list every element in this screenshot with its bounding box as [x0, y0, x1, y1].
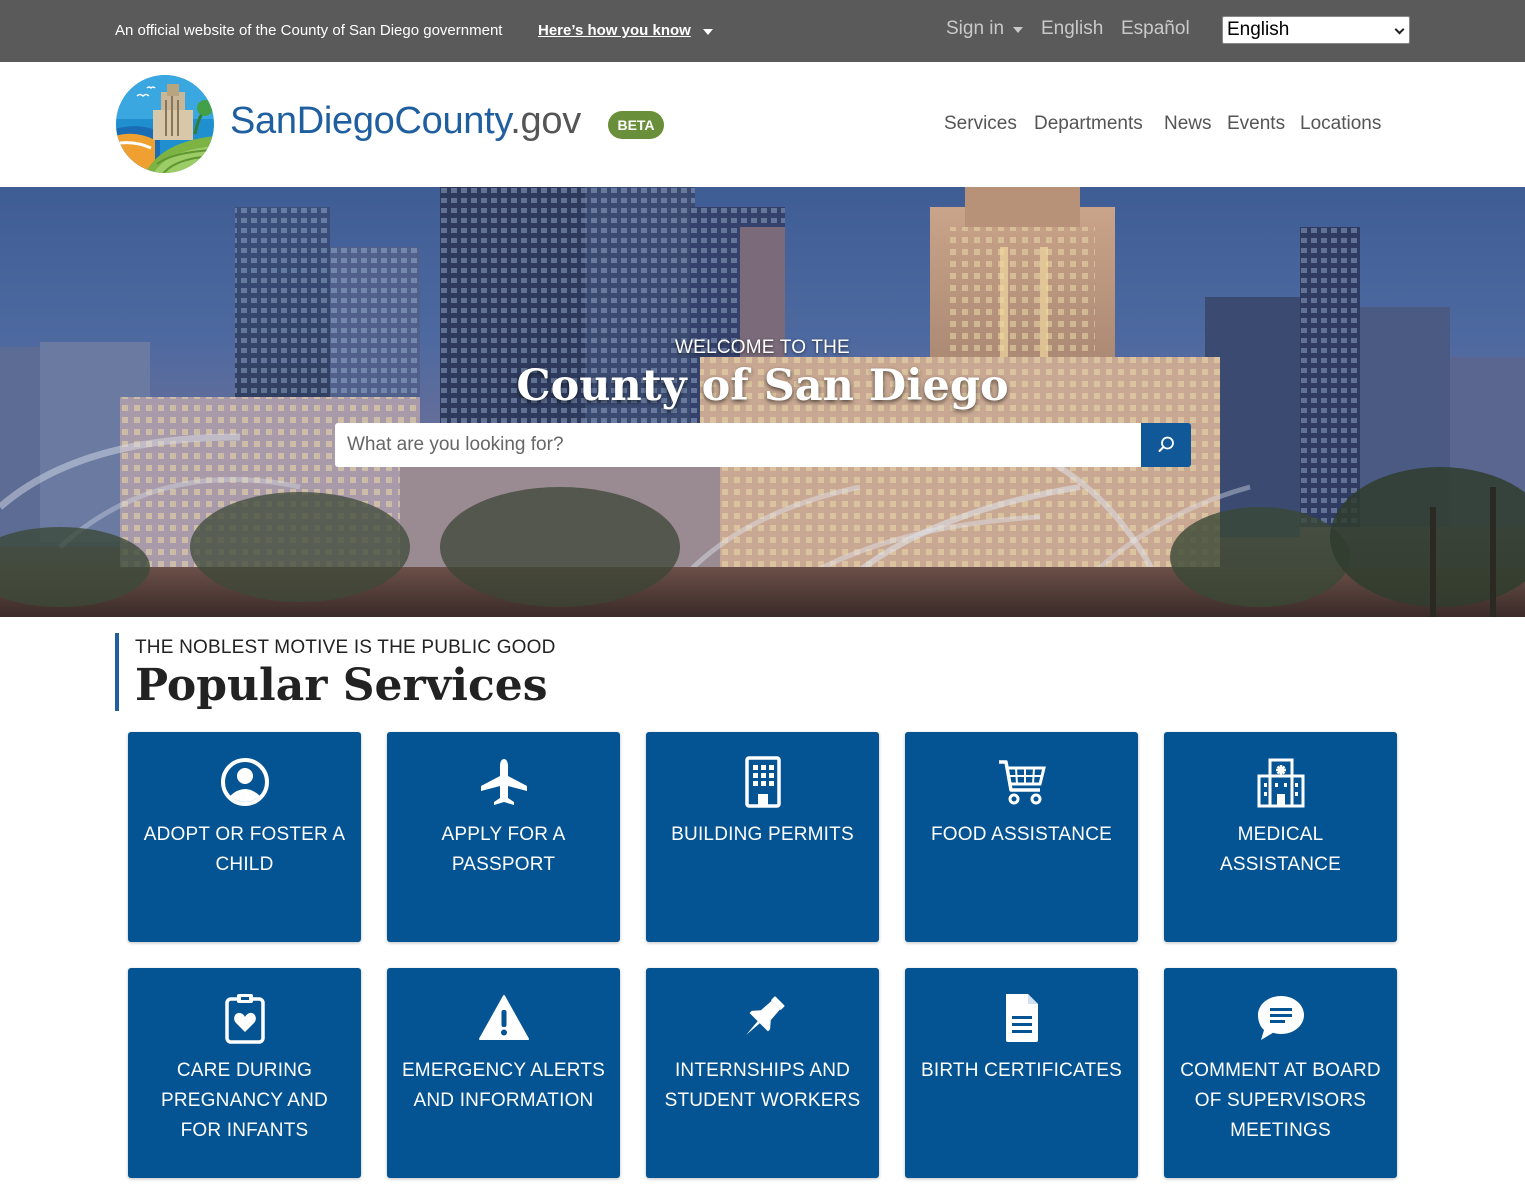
- service-tile-pregnancy-infants[interactable]: Care during pregnancy and for infants: [128, 968, 361, 1178]
- building-icon: [745, 756, 781, 808]
- nav-services[interactable]: Services: [944, 113, 1017, 135]
- nav-departments[interactable]: Departments: [1034, 113, 1143, 135]
- language-english-link[interactable]: English: [1041, 18, 1103, 40]
- service-tile-birth-certificates[interactable]: Birth certificates: [905, 968, 1138, 1178]
- hero-title: County of San Diego: [516, 361, 1009, 411]
- service-tile-emergency-alerts[interactable]: Emergency alerts and information: [387, 968, 620, 1178]
- search-button[interactable]: [1141, 423, 1191, 467]
- county-logo[interactable]: [115, 74, 215, 174]
- official-site-banner: An official website of the County of San…: [0, 0, 1525, 62]
- section-eyebrow: THE NOBLEST MOTIVE IS THE PUBLIC GOOD: [135, 637, 556, 658]
- brand-tld-text: .gov: [510, 100, 581, 142]
- service-tile-label: Internships and student workers: [664, 1060, 861, 1111]
- sign-in-menu[interactable]: Sign in: [946, 18, 1004, 40]
- service-tile-label: Adopt or foster a child: [143, 824, 346, 875]
- service-tile-food-assistance[interactable]: Food assistance: [905, 732, 1138, 942]
- nav-news[interactable]: News: [1164, 113, 1212, 135]
- site-search-input[interactable]: [335, 423, 1141, 467]
- service-tile-passport[interactable]: Apply for a passport: [387, 732, 620, 942]
- shopping-cart-icon: [999, 760, 1046, 805]
- warning-icon: [479, 995, 529, 1040]
- service-tile-board-comment[interactable]: Comment at board of supervisors meetings: [1164, 968, 1397, 1178]
- plane-icon: [481, 759, 527, 805]
- service-tile-label: Apply for a passport: [441, 824, 566, 875]
- section-accent-bar: [115, 633, 119, 711]
- service-tile-label: Emergency alerts and information: [401, 1060, 606, 1111]
- hero-banner: WELCOME TO THE County of San Diego: [0, 187, 1525, 617]
- hero-eyebrow: WELCOME TO THE: [675, 337, 850, 358]
- service-tile-label: Food assistance: [930, 824, 1113, 845]
- service-tile-adopt-foster[interactable]: Adopt or foster a child: [128, 732, 361, 942]
- caret-down-icon[interactable]: [703, 29, 713, 35]
- beta-badge: BETA: [608, 111, 664, 139]
- service-tile-label: Comment at board of supervisors meetings: [1180, 1060, 1381, 1141]
- site-brand-name[interactable]: SanDiegoCounty.gov: [230, 100, 581, 143]
- service-tile-internships[interactable]: Internships and student workers: [646, 968, 879, 1178]
- language-spanish-link[interactable]: Español: [1121, 18, 1190, 40]
- document-icon: [1006, 994, 1038, 1042]
- user-circle-icon: [221, 758, 269, 806]
- section-title: Popular Services: [135, 660, 548, 711]
- service-tile-label: Building permits: [671, 824, 854, 845]
- hospital-icon: [1257, 758, 1305, 808]
- nav-locations[interactable]: Locations: [1300, 113, 1381, 135]
- language-select[interactable]: English: [1222, 16, 1410, 44]
- service-tile-building-permits[interactable]: Building permits: [646, 732, 879, 942]
- search-icon: [1158, 436, 1174, 452]
- service-tile-label: Care during pregnancy and for infants: [161, 1060, 328, 1141]
- site-header: SanDiegoCounty.gov BETA Services Departm…: [0, 62, 1525, 187]
- chat-bubble-icon: [1258, 996, 1304, 1040]
- pushpin-icon: [746, 996, 785, 1035]
- how-you-know-link[interactable]: Here’s how you know: [538, 22, 691, 39]
- nav-events[interactable]: Events: [1227, 113, 1285, 135]
- official-site-text: An official website of the County of San…: [115, 22, 503, 39]
- brand-main-text: SanDiegoCounty: [230, 100, 511, 142]
- clipboard-heart-icon: [225, 994, 265, 1044]
- service-tile-label: Birth certificates: [920, 1060, 1122, 1081]
- language-select-value: English: [1227, 19, 1290, 40]
- service-tile-label: Medical assistance: [1220, 824, 1341, 875]
- service-tile-medical-assistance[interactable]: Medical assistance: [1164, 732, 1397, 942]
- caret-down-icon[interactable]: [1013, 27, 1023, 33]
- chevron-down-icon: [1394, 24, 1405, 35]
